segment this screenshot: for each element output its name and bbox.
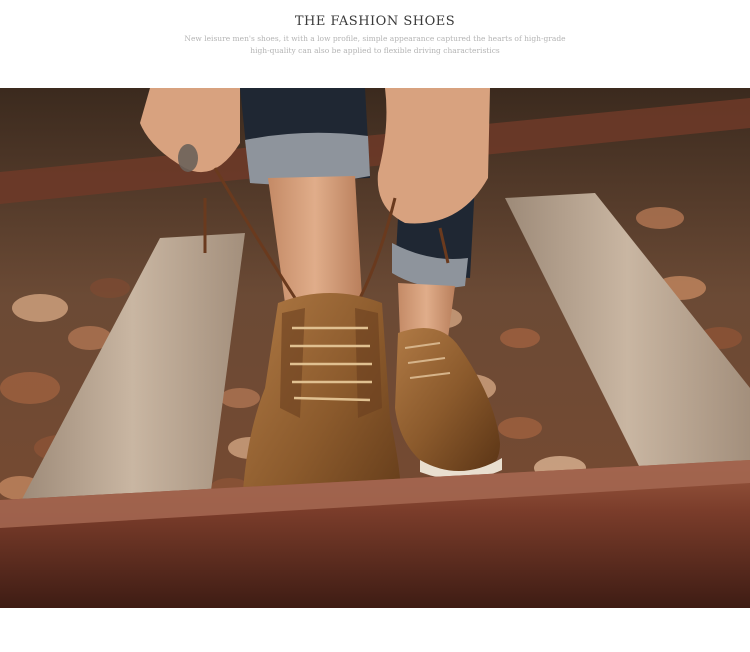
footer-space [0, 608, 750, 652]
shoe-on-railway-image [0, 88, 750, 608]
page-subtitle: New leisure men's shoes, it with a low p… [184, 34, 566, 55]
page-title: THE FASHION SHOES [294, 14, 456, 29]
header: THE FASHION SHOES New leisure men's shoe… [0, 0, 750, 88]
ring [178, 144, 198, 172]
product-photo [0, 88, 750, 608]
